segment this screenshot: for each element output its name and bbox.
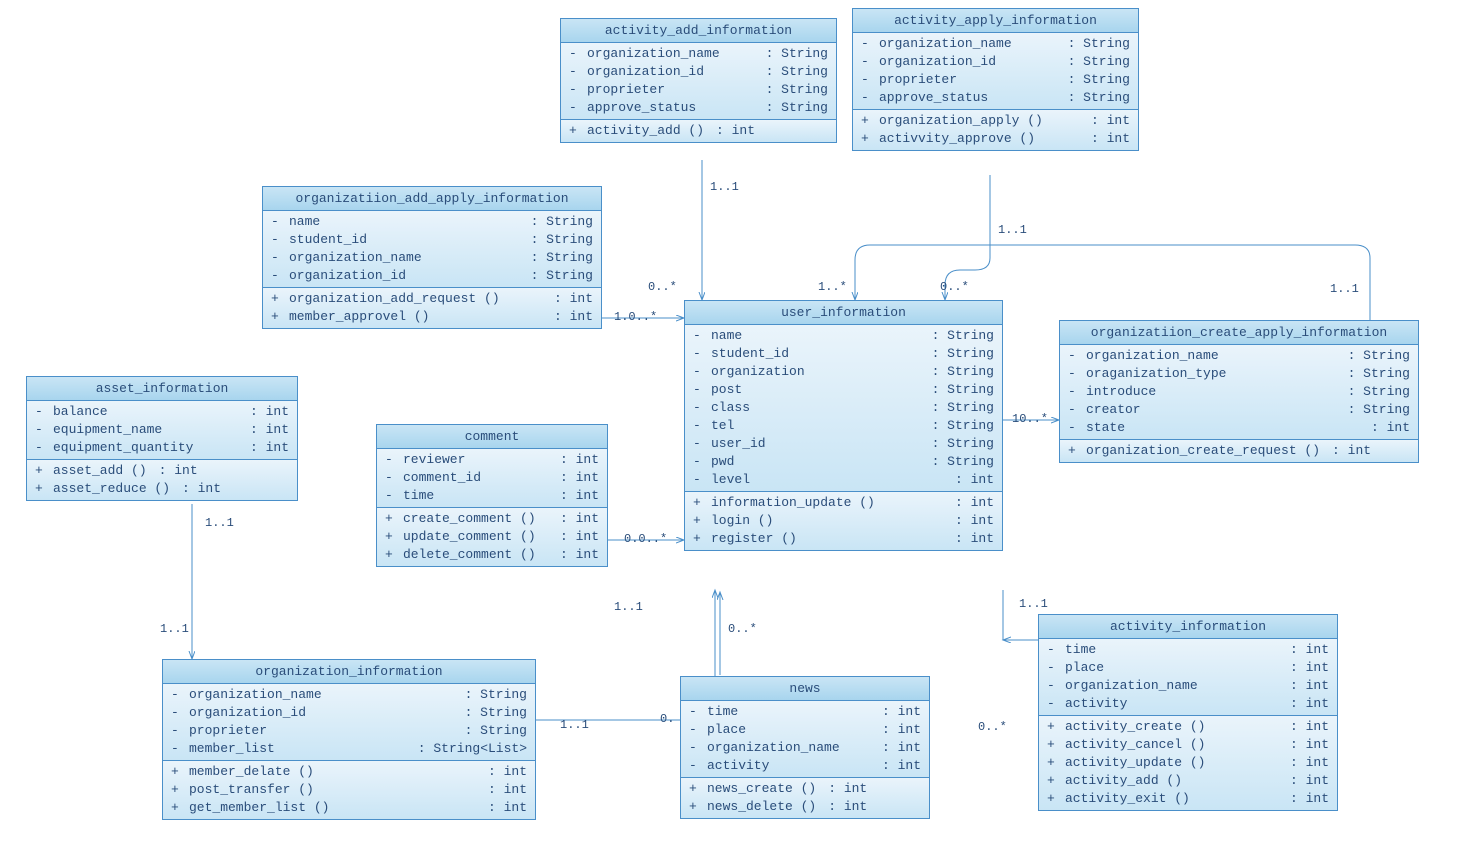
- mult-label: 1..1: [998, 223, 1027, 237]
- mult-label: 1..1: [1019, 597, 1048, 611]
- class-organizatiion-add-apply-information: organizatiion_add_apply_information -nam…: [262, 186, 602, 329]
- class-title: organizatiion_add_apply_information: [263, 187, 601, 211]
- mult-label: 1..*: [818, 280, 847, 294]
- class-news: news -time: int -place: int -organizatio…: [680, 676, 930, 819]
- mult-label: 0..*: [940, 280, 969, 294]
- class-activity-apply-information: activity_apply_information -organization…: [852, 8, 1139, 151]
- class-title: asset_information: [27, 377, 297, 401]
- mult-label: 1.0..*: [614, 310, 657, 324]
- mult-label: 0..*: [648, 280, 677, 294]
- class-asset-information: asset_information -balance: int -equipme…: [26, 376, 298, 501]
- uml-canvas: activity_add_information -organization_n…: [0, 0, 1467, 857]
- class-title: activity_add_information: [561, 19, 836, 43]
- class-organization-information: organization_information -organization_n…: [162, 659, 536, 820]
- class-activity-add-information: activity_add_information -organization_n…: [560, 18, 837, 143]
- mult-label: 1..1: [160, 622, 189, 636]
- ops: +activity_add (): int: [561, 120, 836, 142]
- class-comment: comment -reviewer: int -comment_id: int …: [376, 424, 608, 567]
- mult-label: 1..1: [710, 180, 739, 194]
- class-organizatiion-create-apply-information: organizatiion_create_apply_information -…: [1059, 320, 1419, 463]
- class-title: activity_information: [1039, 615, 1337, 639]
- class-title: organizatiion_create_apply_information: [1060, 321, 1418, 345]
- class-title: news: [681, 677, 929, 701]
- mult-label: 0..*: [728, 622, 757, 636]
- class-title: organization_information: [163, 660, 535, 684]
- mult-label: 0..*: [978, 720, 1007, 734]
- mult-label: 0.: [660, 712, 674, 726]
- class-title: user_information: [685, 301, 1002, 325]
- mult-label: 1..1: [1330, 282, 1359, 296]
- mult-label: 10..*: [1012, 412, 1048, 426]
- mult-label: 1..1: [205, 516, 234, 530]
- class-user-information: user_information -name: String -student_…: [684, 300, 1003, 551]
- class-title: activity_apply_information: [853, 9, 1138, 33]
- attrs: -organization_name: String -organization…: [561, 43, 836, 120]
- mult-label: 0.0..*: [624, 532, 667, 546]
- class-activity-information: activity_information -time: int -place: …: [1038, 614, 1338, 811]
- class-title: comment: [377, 425, 607, 449]
- mult-label: 1..1: [560, 718, 589, 732]
- mult-label: 1..1: [614, 600, 643, 614]
